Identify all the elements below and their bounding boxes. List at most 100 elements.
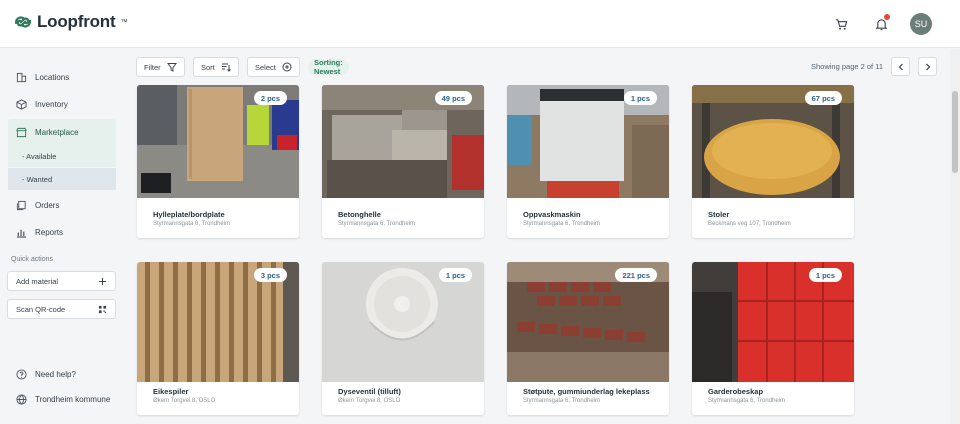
logo-text: Loopfront [37,12,116,31]
pagination-text: Showing page 2 of 11 [811,62,884,71]
listing-title: Betonghelle [338,210,381,219]
organization-label: Trondheim kommune [35,394,111,404]
scan-qr-label: Scan QR-code [16,304,66,314]
trademark: ™ [120,18,128,26]
sidebar-item-reports[interactable]: Reports [8,219,116,245]
next-page-button[interactable] [918,57,938,76]
add-material-button[interactable]: Add material [7,271,116,291]
previous-page-button[interactable] [891,57,911,76]
box-icon [16,98,27,110]
quantity-badge: 67 pcs [804,91,842,105]
filter-icon [166,63,177,72]
listing-card[interactable]: 1 pcs Dyseventil (tilluft) Økern Torgvei… [322,262,484,415]
sort-icon [221,63,231,72]
listing-address: Beckmans veg 107, Trondheim [708,221,791,227]
logo[interactable]: Loopfront ™ [14,12,127,32]
help-icon [16,368,27,380]
help-label: Need help? [35,369,76,379]
scrollbar-top-track [950,49,960,86]
listing-card[interactable]: 67 pcs Stoler Beckmans veg 107, Trondhei… [692,85,854,238]
add-material-label: Add material [16,276,59,286]
listing-card[interactable]: 221 pcs Støtpute, gummiunderlag lekeplas… [507,262,669,415]
listing-address: Styrmannsgata 6, Trondheim [338,221,416,227]
orders-icon [16,200,26,210]
listing-address: Styrmannsgata 6, Trondheim [153,221,231,227]
scrollbar[interactable] [950,86,960,424]
sort-label: Sort [201,62,215,72]
listing-title: Hylleplate/bordplate [153,210,225,219]
quantity-badge: 1 pcs [438,268,472,282]
avatar[interactable]: SU [910,13,932,35]
sidebar-item-label: Marketplace [35,127,79,137]
scrollbar-thumb[interactable] [952,91,958,173]
sidebar-item-orders[interactable]: Orders [8,192,116,218]
plus-icon [98,277,107,285]
quantity-badge: 3 pcs [253,268,287,282]
listing-title: Eikespiler [153,387,189,396]
sidebar-item-locations[interactable]: Locations [8,64,116,90]
select-label: Select [255,62,276,72]
listing-image: 1 pcs [692,262,854,382]
cart-button[interactable] [830,13,852,35]
sidebar-item-label: Reports [35,227,64,237]
sidebar-item-marketplace[interactable]: Marketplace [8,119,116,145]
top-bar: Loopfront ™ SU [0,0,960,48]
listing-title: Støtpute, gummiunderlag lekeplass [523,387,650,396]
scan-qr-button[interactable]: Scan QR-code [7,299,116,319]
listing-address: Styrmannsgata 6, Trondheim [523,398,601,404]
listing-title: Oppvaskmaskin [523,210,581,219]
listing-card[interactable]: 49 pcs Betonghelle Styrmannsgata 6, Tron… [322,85,484,238]
loopfront-logo-icon [14,16,32,28]
listing-image: 67 pcs [692,85,854,198]
quantity-badge: 49 pcs [434,91,472,105]
chevron-left-icon [898,63,903,70]
sidebar-item-label: Orders [35,200,60,210]
notifications-button[interactable] [870,13,892,35]
quantity-badge: 221 pcs [615,268,657,282]
listing-address: Økern Torgvei 8, OSLO [153,398,216,404]
listing-image: 1 pcs [507,85,669,198]
quick-actions-title: Quick actions [11,256,54,263]
listing-title: Garderobeskap [708,387,764,396]
quantity-badge: 1 pcs [808,268,842,282]
listing-title: Dyseventil (tilluft) [338,387,401,396]
select-button[interactable]: Select [247,57,300,77]
listing-image: 221 pcs [507,262,669,382]
listing-image: 3 pcs [137,262,299,382]
store-icon [16,127,27,137]
sidebar-item-label: Inventory [35,99,68,109]
listing-address: Styrmannsgata 6, Trondheim [523,221,601,227]
chevron-right-icon [925,63,930,70]
filter-label: Filter [144,62,161,72]
pagination: Showing page 2 of 11 [811,57,938,76]
organization-switcher[interactable]: Trondheim kommune [8,386,116,412]
listing-image: 1 pcs [322,262,484,382]
plus-circle-icon [282,62,292,72]
sorting-badge[interactable]: Sorting: Newest [308,58,349,76]
sidebar: Locations Inventory Marketplace - Availa… [0,49,124,424]
cart-icon [835,18,847,30]
filter-button[interactable]: Filter [136,57,185,77]
globe-icon [16,393,27,405]
listing-card[interactable]: 1 pcs Garderobeskap Styrmannsgata 6, Tro… [692,262,854,415]
qr-icon [98,305,107,313]
help-link[interactable]: Need help? [8,361,116,387]
sidebar-subitem-wanted[interactable]: - Wanted [8,168,116,190]
quantity-badge: 2 pcs [253,91,287,105]
quantity-badge: 1 pcs [623,91,657,105]
listing-card[interactable]: 1 pcs Oppvaskmaskin Styrmannsgata 6, Tro… [507,85,669,238]
listing-image: 49 pcs [322,85,484,198]
sidebar-subitem-available[interactable]: - Available [8,145,116,167]
sort-button[interactable]: Sort [193,57,239,77]
chart-icon [16,229,27,238]
listing-card[interactable]: 2 pcs Hylleplate/bordplate Styrmannsgata… [137,85,299,238]
listing-image: 2 pcs [137,85,299,198]
notification-dot [884,14,890,20]
sidebar-item-label: Locations [35,72,70,82]
listing-title: Stoler [708,210,730,219]
listing-address: Styrmannsgata 6, Trondheim [708,398,786,404]
sidebar-subitem-label: - Available [22,151,57,161]
listing-card[interactable]: 3 pcs Eikespiler Økern Torgvei 8, OSLO [137,262,299,415]
sidebar-subitem-label: - Wanted [22,174,53,184]
sidebar-item-inventory[interactable]: Inventory [8,91,116,117]
